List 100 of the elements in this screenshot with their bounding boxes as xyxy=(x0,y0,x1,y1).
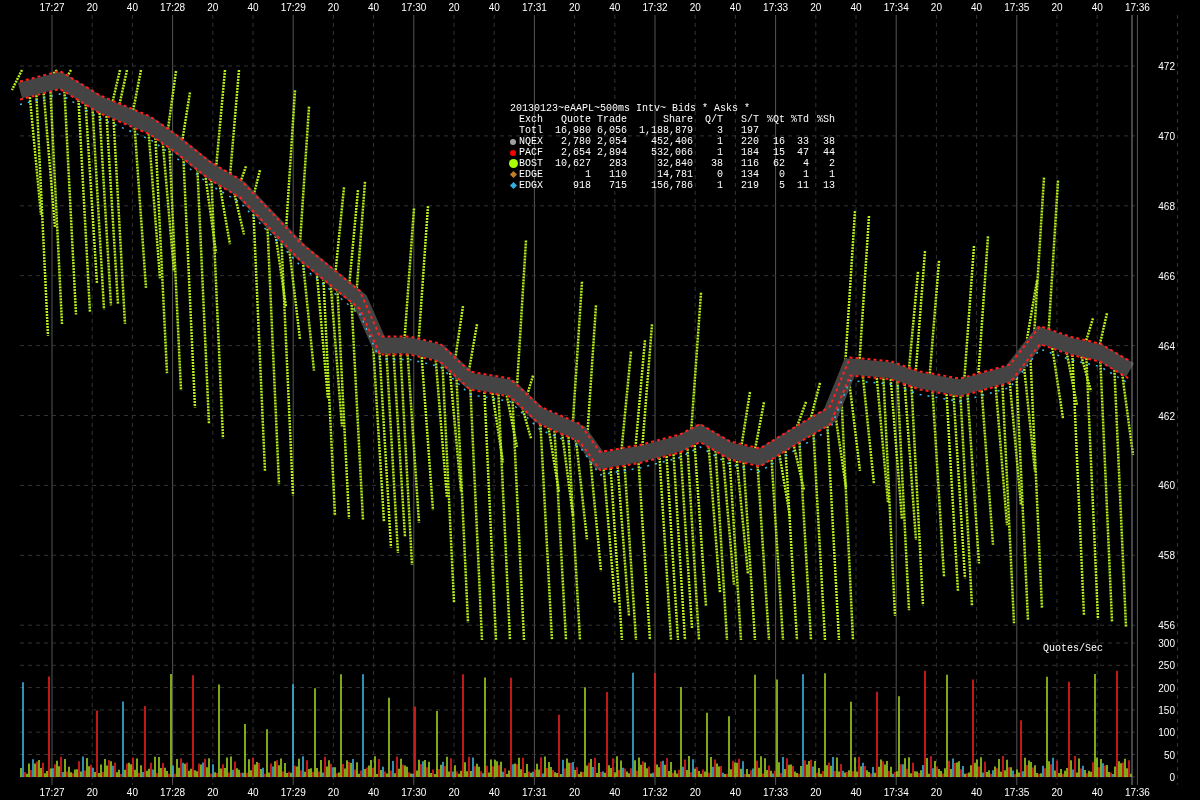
legend-cell-text: 2,054 xyxy=(596,136,627,147)
legend-cell-text: 32,840 xyxy=(656,158,693,169)
legend-cell-text: 110 xyxy=(608,169,627,180)
legend-cell-text: 6,056 xyxy=(596,125,627,136)
volume-label: 0 xyxy=(1169,771,1175,783)
time-label: 20 xyxy=(569,787,581,798)
time-label: 40 xyxy=(609,2,621,13)
legend-cell-text: S/T xyxy=(740,114,759,125)
time-label: 20 xyxy=(810,787,822,798)
time-label: 17:36 xyxy=(1124,2,1150,13)
legend-cell-text: %Sh xyxy=(816,114,835,125)
legend-cell-text: 47 xyxy=(796,147,809,158)
legend-cell-text: Share xyxy=(662,114,693,125)
axis-title: Quotes/Sec xyxy=(1043,643,1103,654)
time-label: 20 xyxy=(207,787,219,798)
time-label: 40 xyxy=(850,2,862,13)
time-label: 40 xyxy=(609,787,621,798)
time-label: 20 xyxy=(207,2,219,13)
legend-cell-text: 38 xyxy=(710,158,723,169)
legend-cell-text: 1 xyxy=(716,180,723,191)
price-label: 466 xyxy=(1158,270,1175,282)
legend-cell-text: BOST xyxy=(519,158,544,169)
legend-cell-text: 219 xyxy=(740,180,759,191)
time-label: 17:32 xyxy=(642,2,668,13)
time-label: 20 xyxy=(448,787,460,798)
legend-cell-text: 2,654 xyxy=(560,147,591,158)
time-label: 20 xyxy=(86,2,98,13)
time-label: 17:28 xyxy=(160,2,186,13)
time-label: 20 xyxy=(689,787,701,798)
volume-label: 200 xyxy=(1158,682,1175,694)
time-label: 20 xyxy=(327,2,339,13)
legend-cell-text: 13 xyxy=(822,180,835,191)
legend-cell-text: 1 xyxy=(716,147,723,158)
time-label: 17:33 xyxy=(763,2,789,13)
volume-label: 50 xyxy=(1163,749,1175,761)
price-label: 468 xyxy=(1158,200,1175,212)
legend-cell-text: 116 xyxy=(740,158,759,169)
legend-cell-text: 1 xyxy=(584,169,591,180)
legend-cell-text: 16,980 xyxy=(554,125,591,136)
legend-cell-text: %Td xyxy=(790,114,809,125)
time-label: 17:31 xyxy=(521,787,547,798)
time-label: 17:31 xyxy=(521,2,547,13)
legend-cell-text: 2 xyxy=(828,158,835,169)
legend-cell-text: 2,780 xyxy=(560,136,591,147)
legend-cell-text: 1 xyxy=(828,169,835,180)
legend-cell-text: 715 xyxy=(608,180,627,191)
time-label: 40 xyxy=(729,787,741,798)
time-label: 17:28 xyxy=(160,787,186,798)
time-label: 20 xyxy=(1051,2,1063,13)
time-label: 20 xyxy=(327,787,339,798)
legend-cell-text: 918 xyxy=(572,180,591,191)
volume-label: 250 xyxy=(1158,660,1175,672)
legend-cell-text: EDGX xyxy=(519,180,544,191)
time-label: 17:30 xyxy=(401,2,427,13)
legend-cell-text: EDGE xyxy=(519,169,544,180)
legend-cell-text: 3 xyxy=(716,125,723,136)
price-label: 458 xyxy=(1158,550,1175,562)
legend-cell-text: 10,627 xyxy=(554,158,591,169)
time-label: 20 xyxy=(930,2,942,13)
legend-cell-text: 62 xyxy=(772,158,785,169)
time-label: 17:27 xyxy=(39,2,65,13)
legend-cell-text: NQEX xyxy=(519,136,544,147)
time-label: 40 xyxy=(488,787,500,798)
time-label: 20 xyxy=(448,2,460,13)
time-label: 40 xyxy=(368,787,380,798)
time-label: 20 xyxy=(569,2,581,13)
time-label: 40 xyxy=(1091,787,1103,798)
time-label: 20 xyxy=(86,787,98,798)
time-label: 17:29 xyxy=(280,2,306,13)
legend-cell-text: 11 xyxy=(796,180,809,191)
legend-cell-text: 38 xyxy=(822,136,835,147)
legend-cell-text: 2,894 xyxy=(596,147,627,158)
legend-cell-text: 532,066 xyxy=(650,147,693,158)
time-label: 40 xyxy=(850,787,862,798)
time-label: 17:35 xyxy=(1004,2,1030,13)
legend-cell-text: 1 xyxy=(716,136,723,147)
time-label: 40 xyxy=(247,787,259,798)
time-label: 40 xyxy=(247,2,259,13)
legend-cell-text: Exch xyxy=(519,114,544,125)
time-label: 40 xyxy=(729,2,741,13)
legend-cell-text: 0 xyxy=(778,169,785,180)
legend-cell-text: Quote xyxy=(560,114,591,125)
price-label: 462 xyxy=(1158,410,1175,422)
time-label: 20 xyxy=(930,787,942,798)
legend-cell-text: Trade xyxy=(596,114,627,125)
volume-label: 100 xyxy=(1158,727,1175,739)
legend-cell-text: 4 xyxy=(802,158,809,169)
legend-title: 20130123~eAAPL~500ms Intv~ Bids * Asks * xyxy=(510,103,752,114)
legend-cell-text: %Qt xyxy=(766,114,785,125)
time-label: 17:34 xyxy=(883,787,909,798)
legend-cell-text: 0 xyxy=(716,169,723,180)
price-label: 456 xyxy=(1158,620,1175,632)
time-label: 20 xyxy=(689,2,701,13)
price-label: 470 xyxy=(1158,130,1175,142)
time-label: 40 xyxy=(1091,2,1103,13)
time-label: 40 xyxy=(971,787,983,798)
volume-label: 300 xyxy=(1158,638,1175,649)
time-label: 17:29 xyxy=(280,787,306,798)
time-label: 17:30 xyxy=(401,787,427,798)
price-label: 460 xyxy=(1158,480,1175,492)
